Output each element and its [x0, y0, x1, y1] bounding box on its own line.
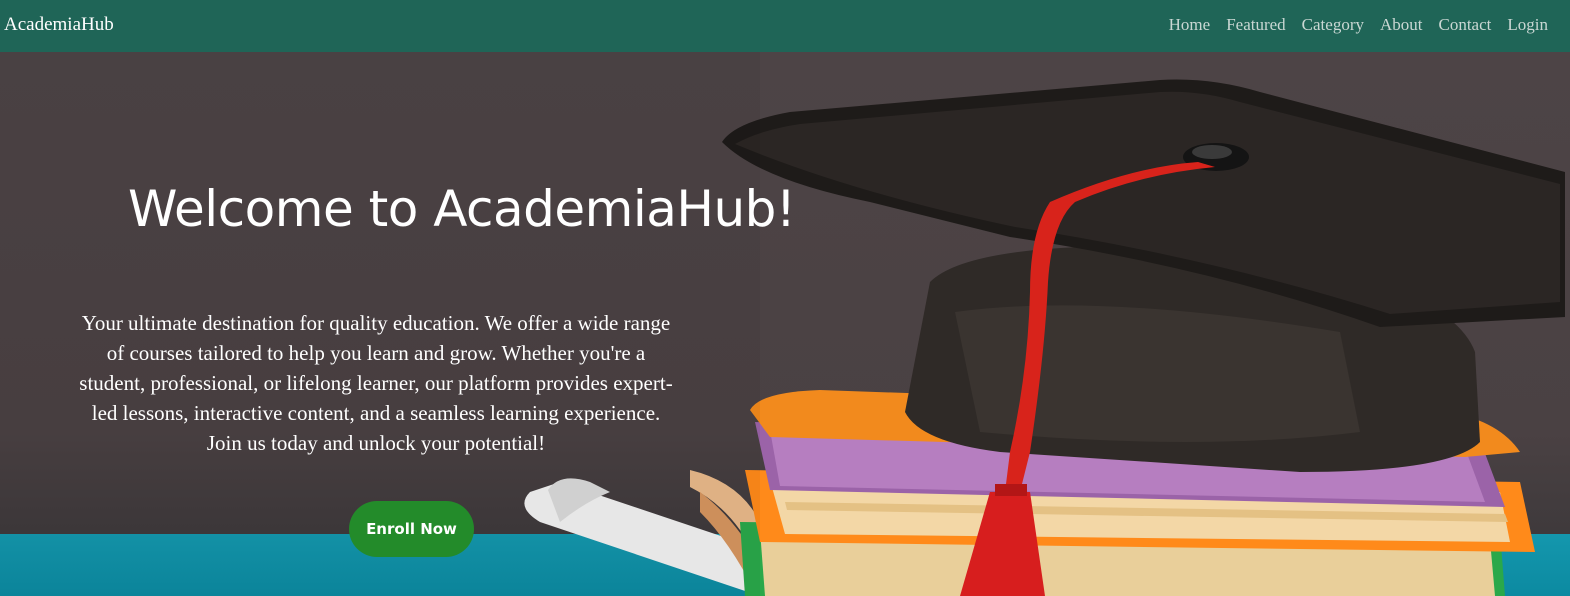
nav-link-login[interactable]: Login	[1507, 15, 1548, 35]
brand-logo[interactable]: AcademiaHub	[4, 14, 114, 36]
nav-link-featured[interactable]: Featured	[1226, 15, 1285, 35]
nav-link-category[interactable]: Category	[1302, 15, 1364, 35]
top-navbar: AcademiaHub Home Featured Category About…	[0, 0, 1570, 52]
hero-section: Welcome to AcademiaHub! Your ultimate de…	[0, 52, 1570, 596]
hero-description: Your ultimate destination for quality ed…	[79, 311, 673, 455]
nav-link-contact[interactable]: Contact	[1439, 15, 1492, 35]
nav-links: Home Featured Category About Contact Log…	[1169, 15, 1548, 35]
enroll-now-button[interactable]: Enroll Now	[349, 501, 474, 557]
hero-title: Welcome to AcademiaHub!	[128, 180, 796, 238]
nav-link-about[interactable]: About	[1380, 15, 1423, 35]
nav-link-home[interactable]: Home	[1169, 15, 1211, 35]
